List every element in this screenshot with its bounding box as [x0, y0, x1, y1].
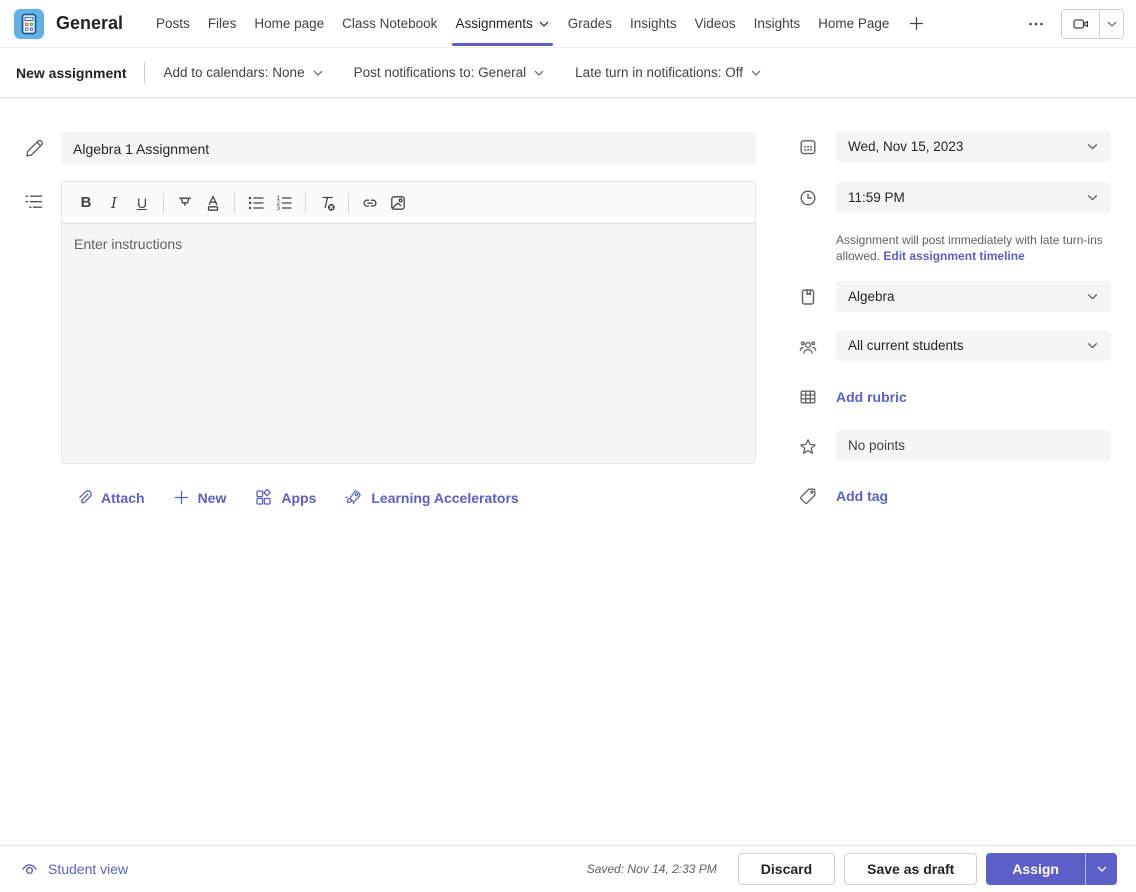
- instructions-editor: B I U 123: [61, 181, 756, 464]
- chevron-down-icon: [533, 67, 545, 79]
- add-tab-button[interactable]: [898, 0, 935, 48]
- assign-to-select[interactable]: All current students: [836, 330, 1111, 361]
- assign-options-chevron-icon[interactable]: [1085, 853, 1117, 885]
- teams-assignment-page: General Posts Files Home page Class Note…: [0, 0, 1136, 892]
- font-color-icon[interactable]: [199, 189, 227, 217]
- chevron-down-icon: [1086, 191, 1099, 204]
- tab-insights[interactable]: Insights: [621, 0, 686, 48]
- rocket-icon: [344, 488, 363, 507]
- plus-icon: [173, 489, 190, 506]
- chevron-down-icon: [538, 18, 550, 30]
- apps-grid-icon: [254, 488, 273, 507]
- due-time-select[interactable]: 11:59 PM: [836, 182, 1111, 213]
- post-notifications-menu[interactable]: Post notifications to: General: [354, 65, 546, 80]
- new-button[interactable]: New: [173, 489, 227, 506]
- late-turn-in-menu[interactable]: Late turn in notifications: Off: [575, 65, 762, 80]
- assign-button[interactable]: Assign: [986, 853, 1085, 885]
- tab-posts[interactable]: Posts: [147, 0, 199, 48]
- due-date-select[interactable]: Wed, Nov 15, 2023: [836, 131, 1111, 162]
- more-options-icon[interactable]: [1023, 11, 1049, 37]
- clear-formatting-icon[interactable]: [313, 189, 341, 217]
- discard-button[interactable]: Discard: [738, 853, 835, 885]
- timeline-note: Assignment will post immediately with la…: [836, 232, 1114, 264]
- pencil-icon: [24, 137, 46, 159]
- highlight-icon[interactable]: [171, 189, 199, 217]
- saved-status: Saved: Nov 14, 2:33 PM: [587, 862, 717, 876]
- learning-accelerators-button[interactable]: Learning Accelerators: [344, 488, 518, 507]
- class-select[interactable]: Algebra: [836, 281, 1111, 312]
- instructions-textarea[interactable]: [62, 224, 755, 463]
- chevron-down-icon: [1086, 339, 1099, 352]
- divider: [348, 193, 349, 213]
- italic-icon[interactable]: I: [100, 189, 128, 217]
- divider: [234, 193, 235, 213]
- instructions-list-icon: [23, 191, 45, 213]
- divider: [144, 62, 145, 84]
- assign-split-button: Assign: [986, 853, 1117, 885]
- numbered-list-icon[interactable]: 123: [270, 189, 298, 217]
- paperclip-icon: [74, 488, 93, 507]
- attachment-actions: Attach New Apps Learning Accelerators: [74, 488, 519, 507]
- student-view-button[interactable]: Student view: [19, 859, 128, 880]
- save-as-draft-button[interactable]: Save as draft: [844, 853, 977, 885]
- chevron-down-icon: [312, 67, 324, 79]
- rich-text-toolbar: B I U 123: [62, 182, 755, 224]
- tab-home-page[interactable]: Home page: [245, 0, 333, 48]
- channel-header: General Posts Files Home page Class Note…: [0, 0, 1136, 48]
- add-tag-link[interactable]: Add tag: [836, 488, 888, 504]
- bullet-list-icon[interactable]: [242, 189, 270, 217]
- tab-home-page-2[interactable]: Home Page: [809, 0, 898, 48]
- divider: [163, 193, 164, 213]
- bold-icon[interactable]: B: [72, 189, 100, 217]
- points-field[interactable]: No points: [836, 430, 1111, 461]
- attach-button[interactable]: Attach: [74, 488, 145, 507]
- tab-files[interactable]: Files: [199, 0, 246, 48]
- assignment-title-input[interactable]: [61, 132, 756, 165]
- chevron-down-icon: [1086, 140, 1099, 153]
- students-group-icon: [798, 337, 818, 357]
- header-actions: [1023, 9, 1136, 39]
- edit-timeline-link[interactable]: Edit assignment timeline: [883, 249, 1024, 263]
- footer-bar: Student view Saved: Nov 14, 2:33 PM Disc…: [0, 845, 1136, 892]
- rubric-grid-icon: [798, 387, 818, 407]
- apps-button[interactable]: Apps: [254, 488, 316, 507]
- meet-options-chevron-icon[interactable]: [1100, 10, 1123, 38]
- star-icon: [798, 437, 818, 457]
- meet-now-split-button: [1061, 9, 1124, 39]
- channel-title: General: [56, 13, 123, 34]
- team-avatar-calculator-icon[interactable]: [14, 9, 44, 39]
- chevron-down-icon: [750, 67, 762, 79]
- add-rubric-link[interactable]: Add rubric: [836, 389, 907, 405]
- notebook-icon: [798, 287, 818, 307]
- insert-image-icon[interactable]: [384, 189, 412, 217]
- assignment-toolbar: New assignment Add to calendars: None Po…: [0, 48, 1136, 98]
- tab-videos[interactable]: Videos: [686, 0, 745, 48]
- tab-class-notebook[interactable]: Class Notebook: [333, 0, 446, 48]
- tab-grades[interactable]: Grades: [559, 0, 621, 48]
- tab-insights-2[interactable]: Insights: [745, 0, 810, 48]
- plus-icon: [908, 15, 925, 32]
- clock-icon: [798, 188, 818, 208]
- video-camera-icon[interactable]: [1062, 10, 1099, 38]
- tag-icon: [798, 486, 818, 506]
- calendar-icon: [798, 137, 818, 157]
- channel-tabs: Posts Files Home page Class Notebook Ass…: [147, 0, 935, 48]
- add-to-calendars-menu[interactable]: Add to calendars: None: [163, 65, 323, 80]
- svg-text:3: 3: [277, 206, 281, 212]
- chevron-down-icon: [1086, 290, 1099, 303]
- page-title: New assignment: [16, 65, 126, 81]
- eye-icon: [19, 859, 40, 880]
- underline-icon[interactable]: U: [128, 189, 156, 217]
- divider: [305, 193, 306, 213]
- insert-link-icon[interactable]: [356, 189, 384, 217]
- tab-assignments[interactable]: Assignments: [446, 0, 558, 48]
